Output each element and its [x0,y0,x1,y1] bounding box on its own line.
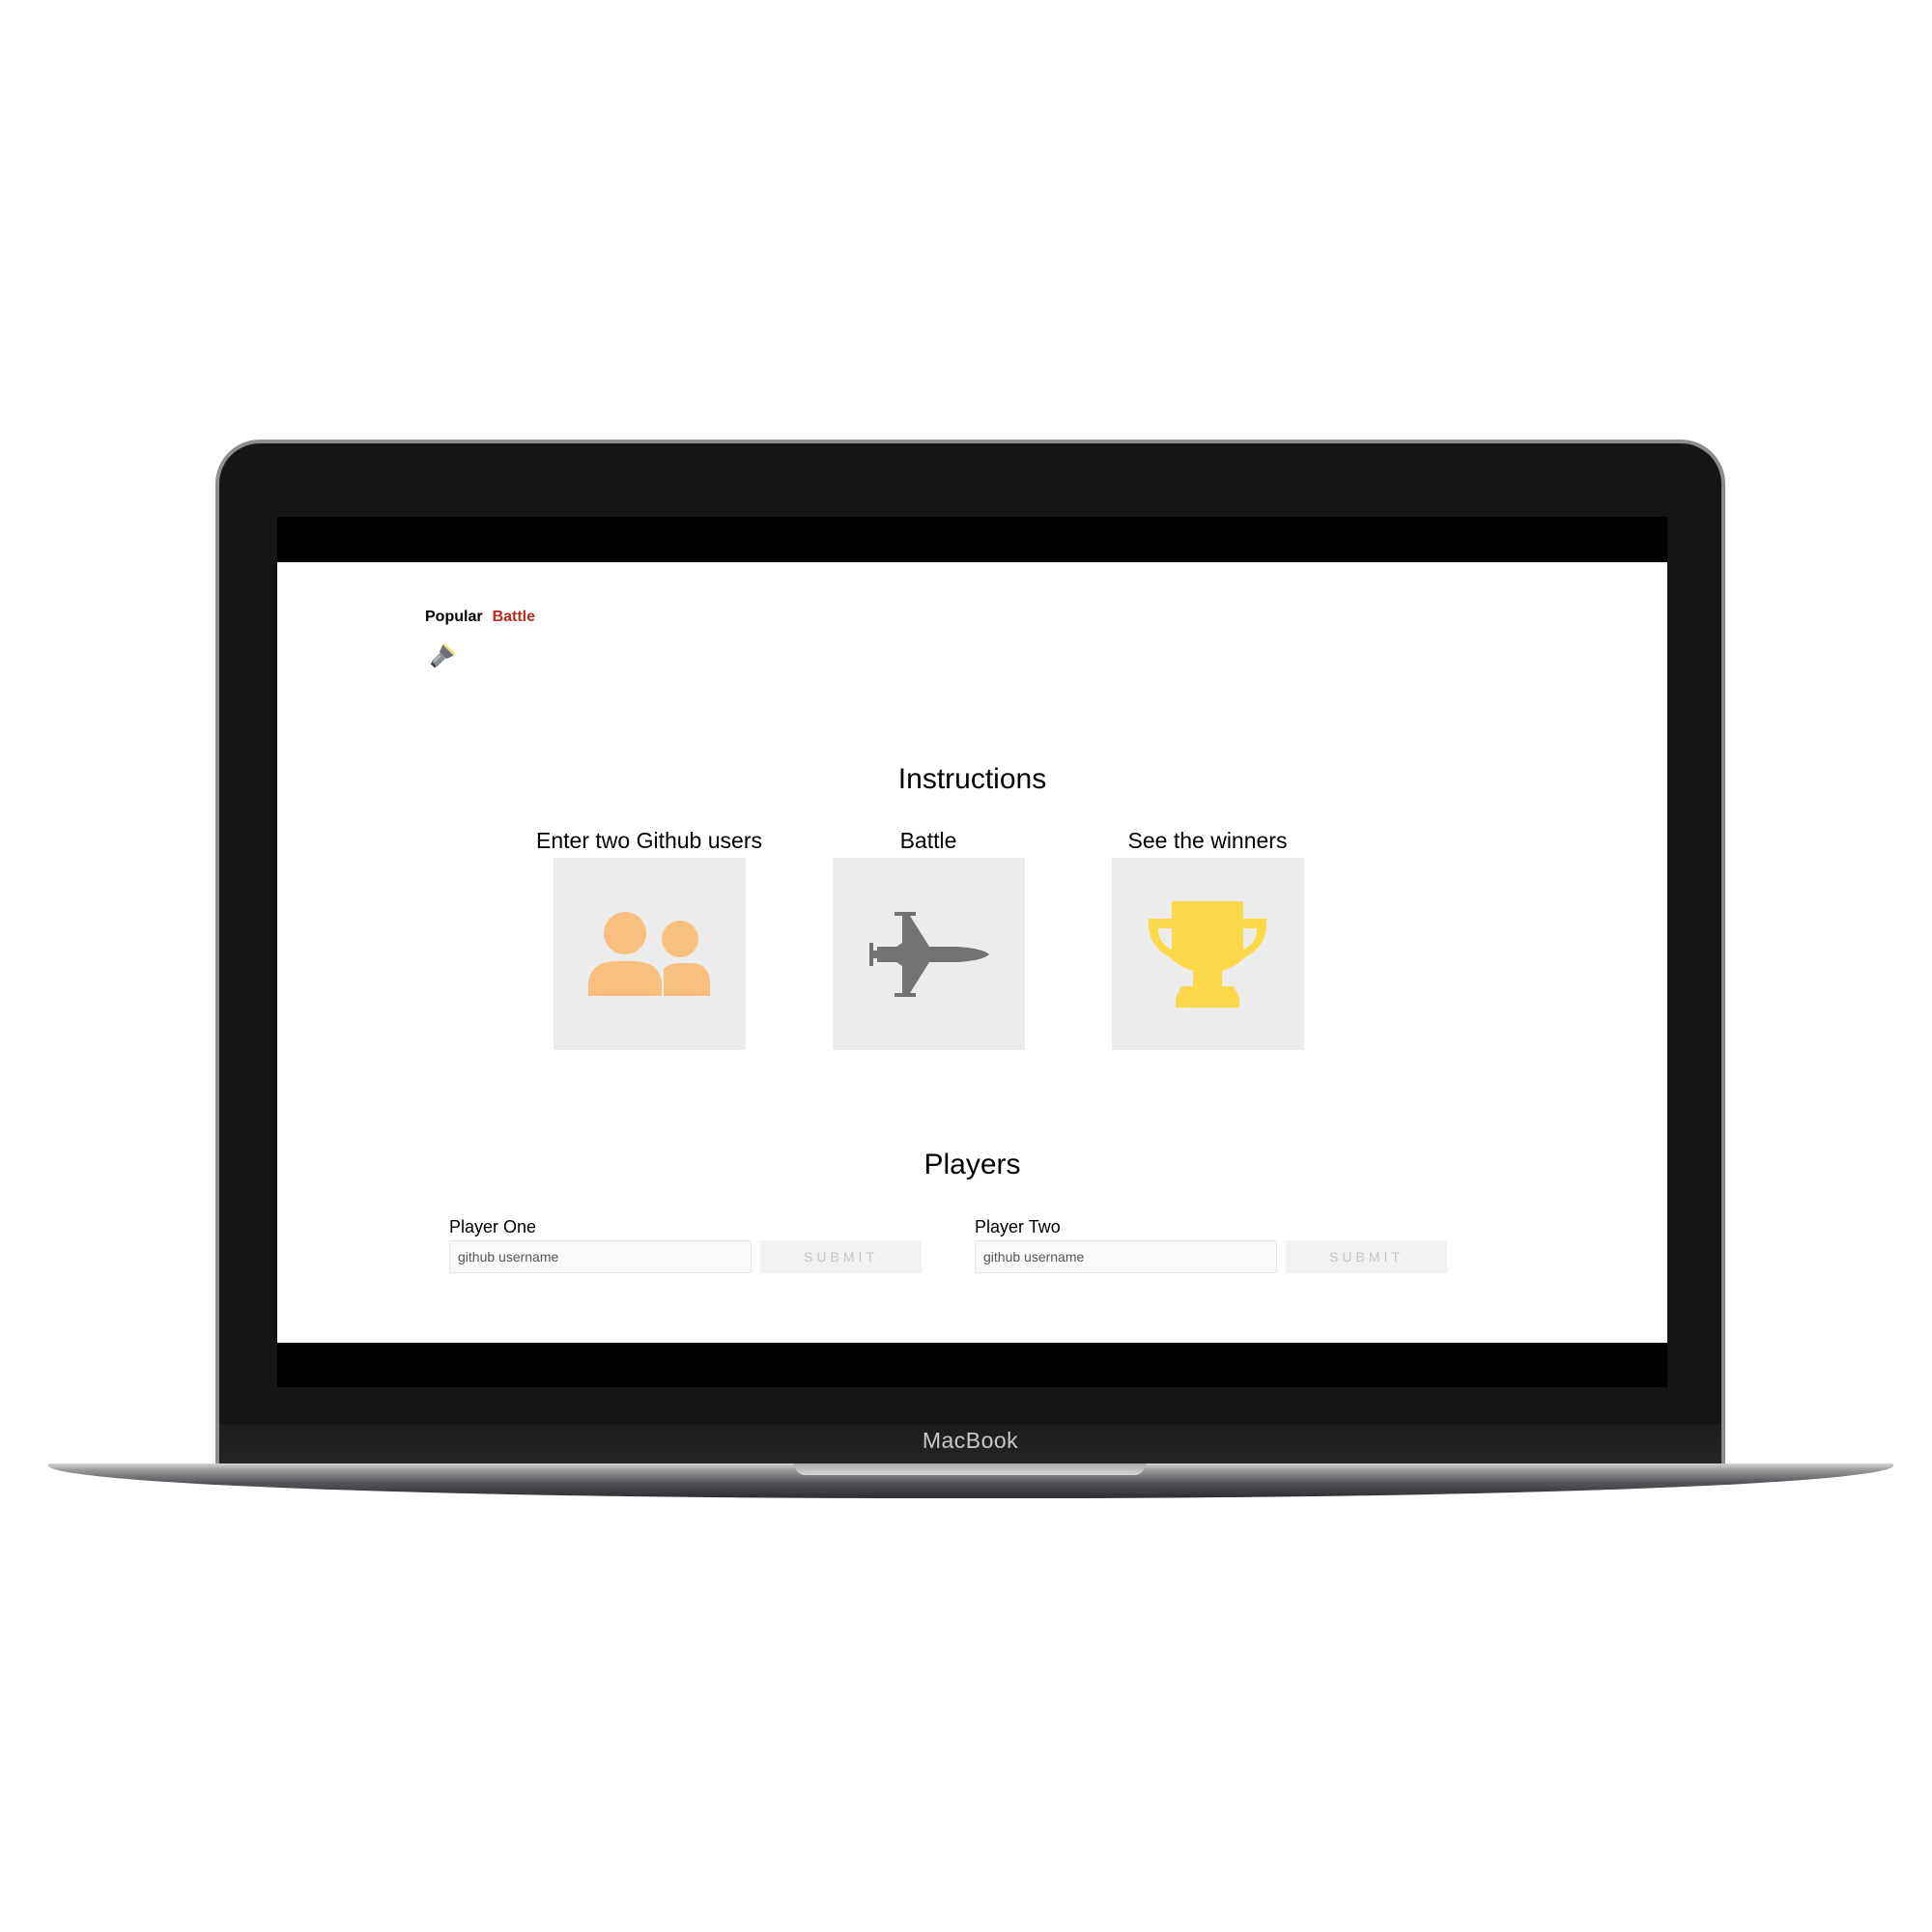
app-viewport: Popular Battle Instructions Enter two Gi… [277,562,1667,1343]
step-label: See the winners [1127,828,1288,853]
player-one-form: Player One SUBMIT [449,1215,922,1273]
player-two-row: SUBMIT [975,1240,1447,1273]
players-heading: Players [923,1149,1021,1180]
step-label: Enter two Github users [536,828,762,853]
player-two-username-input[interactable] [975,1240,1277,1273]
nav-link-popular[interactable]: Popular [425,609,483,626]
flashlight-icon[interactable] [427,642,456,671]
instruction-step: Battle [832,826,1025,1050]
step-tile [1111,858,1304,1050]
player-one-row: SUBMIT [449,1240,922,1273]
step-label: Battle [899,828,957,853]
instructions-grid: Enter two Github users Battle See the wi… [536,826,1304,1050]
nav-link-battle[interactable]: Battle [493,609,535,626]
player-one-username-input[interactable] [449,1240,752,1273]
top-nav: Popular Battle [425,609,535,626]
laptop-mockup: MacBook Popular Battle Instructions Ente… [0,0,1932,1932]
trophy-icon [1148,900,1267,1008]
laptop-notch [794,1463,1146,1475]
player-one-submit-button[interactable]: SUBMIT [760,1240,922,1273]
step-tile [553,858,746,1050]
instructions-heading: Instructions [897,763,1047,795]
instruction-step: Enter two Github users [536,826,762,1050]
users-icon [588,911,710,996]
step-tile [832,858,1025,1050]
players-form: Player One SUBMIT Player Two SUBMIT [449,1215,1447,1273]
fighter-jet-icon [869,911,989,997]
player-one-label: Player One [449,1217,537,1236]
player-two-form: Player Two SUBMIT [975,1215,1447,1273]
laptop-screen: Popular Battle Instructions Enter two Gi… [277,517,1667,1387]
player-two-submit-button[interactable]: SUBMIT [1286,1240,1447,1273]
player-two-label: Player Two [975,1217,1061,1236]
device-brand-label: MacBook [922,1428,1019,1453]
instruction-step: See the winners [1111,826,1304,1050]
